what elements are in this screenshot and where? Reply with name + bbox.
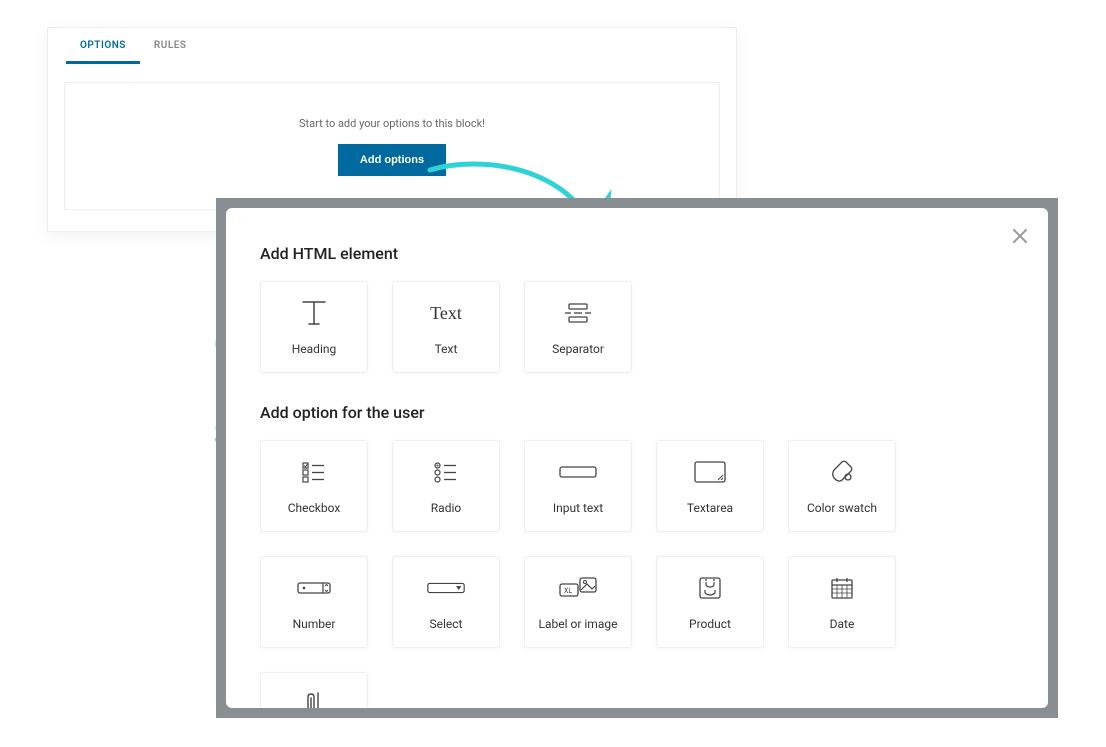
card-label: Date	[830, 617, 855, 631]
tab-options[interactable]: OPTIONS	[66, 28, 140, 64]
user-options-grid: Checkbox Radio	[260, 440, 1014, 708]
card-color-swatch[interactable]: Color swatch	[788, 440, 896, 532]
card-label: Number	[293, 617, 336, 631]
card-label: Select	[430, 617, 463, 631]
card-label: Label or image	[539, 617, 618, 631]
card-label: Checkbox	[288, 501, 341, 515]
card-heading[interactable]: Heading	[260, 281, 368, 373]
modal-backdrop: Add HTML element Heading Text Text	[216, 198, 1058, 718]
card-product[interactable]: Product	[656, 556, 764, 648]
card-number[interactable]: Number	[260, 556, 368, 648]
checkbox-icon	[294, 457, 334, 487]
card-file-upload[interactable]: File upload	[260, 672, 368, 708]
radio-icon	[426, 457, 466, 487]
date-icon	[822, 573, 862, 603]
color-swatch-icon	[822, 457, 862, 487]
card-text[interactable]: Text Text	[392, 281, 500, 373]
card-label: Input text	[553, 501, 603, 515]
tab-rules[interactable]: RULES	[140, 28, 201, 64]
card-input-text[interactable]: Input text	[524, 440, 632, 532]
card-radio[interactable]: Radio	[392, 440, 500, 532]
textarea-icon	[690, 457, 730, 487]
label-image-icon: XL	[558, 573, 598, 603]
tab-bar: OPTIONS RULES	[48, 28, 736, 64]
add-element-modal: Add HTML element Heading Text Text	[226, 208, 1048, 708]
card-separator[interactable]: Separator	[524, 281, 632, 373]
product-icon	[690, 573, 730, 603]
separator-icon	[558, 298, 598, 328]
heading-icon	[294, 298, 334, 328]
card-label: Text	[435, 342, 458, 356]
card-label: Heading	[292, 342, 337, 356]
section-title-html: Add HTML element	[260, 244, 1014, 263]
tab-panel-options: Start to add your options to this block!…	[64, 82, 720, 210]
select-icon	[426, 573, 466, 603]
card-label: Color swatch	[807, 501, 877, 515]
card-label-or-image[interactable]: XL Label or image	[524, 556, 632, 648]
card-label: Radio	[431, 501, 461, 515]
section-title-options: Add option for the user	[260, 403, 1014, 422]
add-options-button[interactable]: Add options	[338, 144, 446, 176]
close-icon	[1012, 228, 1028, 244]
input-text-icon	[558, 457, 598, 487]
card-label: Product	[689, 617, 731, 631]
card-checkbox[interactable]: Checkbox	[260, 440, 368, 532]
number-icon	[294, 573, 334, 603]
card-label: Textarea	[687, 501, 733, 515]
file-upload-icon	[294, 689, 334, 708]
card-select[interactable]: Select	[392, 556, 500, 648]
card-label: Separator	[552, 342, 604, 356]
html-elements-grid: Heading Text Text Sep	[260, 281, 1014, 373]
empty-state-hint: Start to add your options to this block!	[299, 117, 485, 130]
text-icon: Text	[426, 298, 466, 328]
card-textarea[interactable]: Textarea	[656, 440, 764, 532]
close-button[interactable]	[1006, 222, 1034, 250]
card-date[interactable]: Date	[788, 556, 896, 648]
svg-text:XL: XL	[564, 587, 572, 595]
